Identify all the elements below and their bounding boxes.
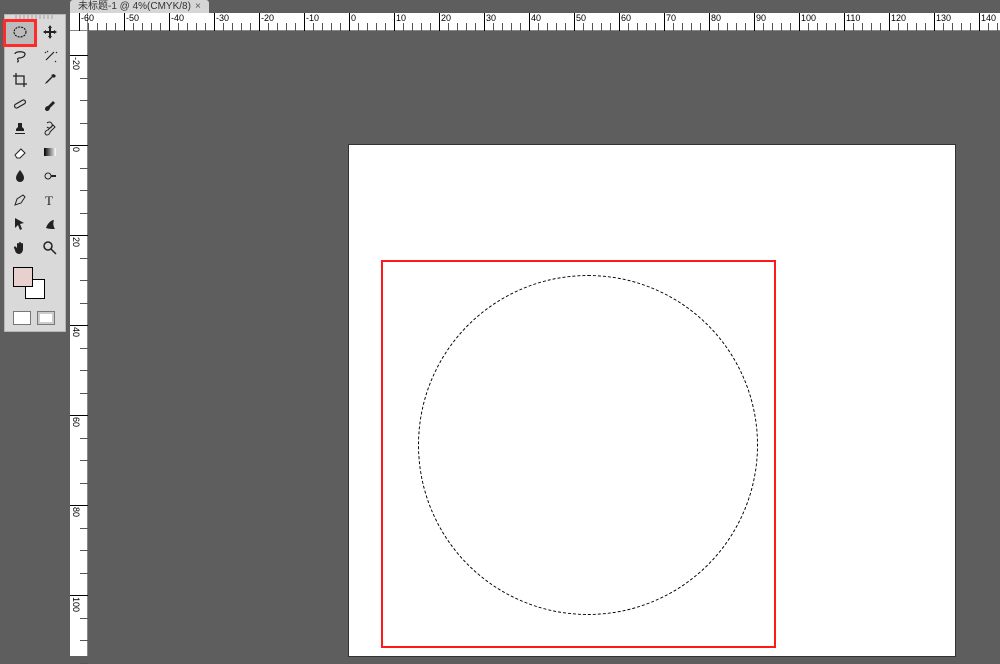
pen-tool[interactable] bbox=[5, 189, 35, 213]
mode-toggle bbox=[5, 309, 65, 331]
vruler-label: -20 bbox=[71, 57, 81, 70]
lasso-tool[interactable] bbox=[5, 45, 35, 69]
shape-icon bbox=[42, 216, 58, 235]
move-icon bbox=[42, 24, 58, 43]
hruler-label: -40 bbox=[171, 13, 184, 23]
elliptical-marquee-selection bbox=[418, 275, 758, 615]
marquee-tool[interactable] bbox=[5, 21, 35, 45]
eyedropper-icon bbox=[42, 72, 58, 91]
toolbox-handle[interactable] bbox=[15, 15, 55, 19]
vruler-label: 0 bbox=[71, 147, 81, 152]
hruler-label: 50 bbox=[576, 13, 586, 23]
hruler-label: 0 bbox=[351, 13, 356, 23]
zoom-tool[interactable] bbox=[35, 237, 65, 261]
lasso-icon bbox=[12, 48, 28, 67]
zoom-icon bbox=[42, 240, 58, 259]
hruler-label: 10 bbox=[396, 13, 406, 23]
hruler-label: -30 bbox=[216, 13, 229, 23]
standard-mode-icon[interactable] bbox=[13, 311, 31, 325]
color-swatches[interactable] bbox=[13, 267, 61, 303]
bandage-icon bbox=[12, 96, 28, 115]
document-tab[interactable]: 未标题-1 @ 4%(CMYK/8) × bbox=[70, 0, 209, 13]
dodge-icon bbox=[42, 168, 58, 187]
toolbox: T bbox=[4, 14, 66, 332]
crop-icon bbox=[12, 72, 28, 91]
path-selection-tool[interactable] bbox=[5, 213, 35, 237]
vruler-label: 20 bbox=[71, 237, 81, 247]
hand-tool[interactable] bbox=[5, 237, 35, 261]
hruler-label: 130 bbox=[936, 13, 951, 23]
hruler-label: 60 bbox=[621, 13, 631, 23]
hruler-label: 40 bbox=[531, 13, 541, 23]
vruler-label: 100 bbox=[71, 597, 81, 612]
type-icon: T bbox=[42, 192, 58, 211]
history-brush-tool[interactable] bbox=[35, 117, 65, 141]
history-brush-icon bbox=[42, 120, 58, 139]
vruler-label: 40 bbox=[71, 327, 81, 337]
type-tool[interactable]: T bbox=[35, 189, 65, 213]
hruler-label: 110 bbox=[846, 13, 860, 23]
blur-tool[interactable] bbox=[5, 165, 35, 189]
hruler-label: -20 bbox=[261, 13, 274, 23]
brush-icon bbox=[42, 96, 58, 115]
eraser-tool[interactable] bbox=[5, 141, 35, 165]
foreground-color-swatch[interactable] bbox=[13, 267, 33, 287]
vruler-label: 60 bbox=[71, 417, 81, 427]
svg-text:T: T bbox=[45, 193, 53, 208]
hand-icon bbox=[12, 240, 28, 259]
eyedropper-tool[interactable] bbox=[35, 69, 65, 93]
blur-icon bbox=[12, 168, 28, 187]
magic-wand-tool[interactable] bbox=[35, 45, 65, 69]
hruler-label: 100 bbox=[801, 13, 816, 23]
ellipse-marquee-icon bbox=[12, 24, 28, 43]
document-stage[interactable] bbox=[88, 31, 1000, 656]
quickmask-mode-icon[interactable] bbox=[37, 311, 55, 325]
vertical-ruler: -20 0 20 40 60 80 100 bbox=[70, 31, 88, 656]
pen-icon bbox=[12, 192, 28, 211]
hruler-label: -10 bbox=[306, 13, 319, 23]
brush-tool[interactable] bbox=[35, 93, 65, 117]
stamp-icon bbox=[12, 120, 28, 139]
eraser-icon bbox=[12, 144, 28, 163]
healing-brush-tool[interactable] bbox=[5, 93, 35, 117]
arrow-icon bbox=[12, 216, 28, 235]
hruler-label: 20 bbox=[441, 13, 451, 23]
clone-stamp-tool[interactable] bbox=[5, 117, 35, 141]
hruler-label: 30 bbox=[486, 13, 496, 23]
hruler-label: 140 bbox=[981, 13, 996, 23]
gradient-icon bbox=[42, 144, 58, 163]
dodge-tool[interactable] bbox=[35, 165, 65, 189]
hruler-label: 120 bbox=[891, 13, 906, 23]
crop-tool[interactable] bbox=[5, 69, 35, 93]
gradient-tool[interactable] bbox=[35, 141, 65, 165]
magic-wand-icon bbox=[42, 48, 58, 67]
hruler-label: -50 bbox=[126, 13, 139, 23]
horizontal-ruler: -60 -50 -40 -30 -20 -10 0 10 20 30 40 50 60 70 80 90 100… bbox=[70, 13, 1000, 31]
hruler-label: 90 bbox=[756, 13, 766, 23]
hruler-label: -60 bbox=[81, 13, 94, 23]
hruler-label: 70 bbox=[666, 13, 676, 23]
shape-tool[interactable] bbox=[35, 213, 65, 237]
close-icon[interactable]: × bbox=[195, 0, 201, 13]
document-tab-title: 未标题-1 @ 4%(CMYK/8) bbox=[78, 0, 191, 13]
hruler-label: 80 bbox=[711, 13, 721, 23]
vruler-label: 80 bbox=[71, 507, 81, 517]
move-tool[interactable] bbox=[35, 21, 65, 45]
